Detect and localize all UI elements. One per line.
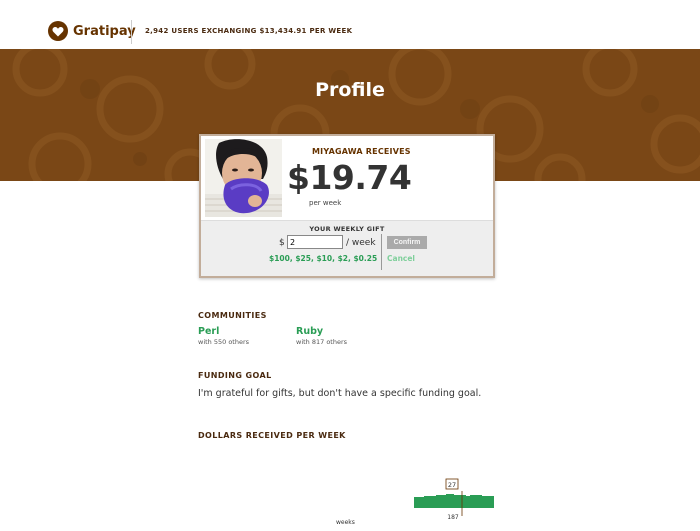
chart-bar[interactable] bbox=[480, 495, 482, 508]
chart-bar[interactable] bbox=[440, 495, 442, 508]
gift-amount-input[interactable] bbox=[287, 235, 343, 249]
header-divider bbox=[131, 20, 132, 44]
chart-bar[interactable] bbox=[458, 495, 460, 508]
chart-bar[interactable] bbox=[420, 497, 422, 508]
gift-title: YOUR WEEKLY GIFT bbox=[309, 225, 385, 233]
chart-bar[interactable] bbox=[436, 495, 438, 508]
chart-week-label: 187 bbox=[447, 514, 459, 521]
community-member-count: with 817 others bbox=[296, 338, 348, 346]
chart-bar[interactable] bbox=[466, 496, 468, 508]
chart-bar[interactable] bbox=[454, 495, 456, 508]
brand-name: Gratipay bbox=[73, 23, 136, 39]
chart-bar[interactable] bbox=[468, 496, 470, 508]
chart-bar[interactable] bbox=[456, 495, 458, 508]
page-title: Profile bbox=[315, 79, 385, 101]
chart-value-label: 27 bbox=[448, 481, 456, 489]
chart-bar[interactable] bbox=[492, 496, 494, 508]
funding-goal-heading: FUNDING GOAL bbox=[198, 371, 272, 380]
chart-bar[interactable] bbox=[478, 495, 480, 508]
community-item-ruby[interactable]: Ruby with 817 others bbox=[296, 326, 347, 346]
chart-bar[interactable] bbox=[446, 494, 448, 508]
gift-unit-label: / week bbox=[346, 238, 376, 248]
chart-bar[interactable] bbox=[426, 496, 428, 508]
chart-bar[interactable] bbox=[490, 496, 492, 508]
chart-bar[interactable] bbox=[482, 496, 484, 508]
chart-x-axis-label: weeks bbox=[336, 519, 355, 526]
heart-icon bbox=[48, 21, 68, 41]
receives-label: MIYAGAWA RECEIVES bbox=[312, 147, 411, 156]
chart-bar[interactable] bbox=[418, 497, 420, 508]
community-member-count: with 550 others bbox=[198, 338, 250, 346]
chart-bar[interactable] bbox=[450, 494, 452, 508]
receipts-chart: 27 187 bbox=[414, 478, 494, 521]
chart-bar[interactable] bbox=[484, 496, 486, 508]
chart-bar[interactable] bbox=[448, 494, 450, 508]
chart-bar[interactable] bbox=[438, 495, 440, 508]
chart-bar[interactable] bbox=[442, 495, 444, 508]
confirm-button[interactable]: Confirm bbox=[387, 236, 427, 249]
chart-bar[interactable] bbox=[414, 497, 416, 508]
per-week-label: per week bbox=[309, 199, 342, 207]
weekly-receipts-amount: $19.74 bbox=[287, 158, 412, 197]
chart-bar[interactable] bbox=[432, 496, 434, 508]
chart-bar[interactable] bbox=[422, 497, 424, 508]
chart-bar[interactable] bbox=[434, 496, 436, 508]
top-bar: Gratipay 2,942 USERS EXCHANGING $13,434.… bbox=[0, 0, 700, 52]
community-name[interactable]: Perl bbox=[198, 326, 249, 337]
chart-bar[interactable] bbox=[464, 495, 466, 508]
chart-bar[interactable] bbox=[470, 495, 472, 508]
weekly-gift-panel: YOUR WEEKLY GIFT $ / week Confirm $100, … bbox=[201, 220, 493, 276]
gratipay-logo[interactable]: Gratipay bbox=[48, 21, 136, 41]
cancel-link[interactable]: Cancel bbox=[387, 254, 415, 263]
chart-bar[interactable] bbox=[424, 496, 426, 508]
chart-bar[interactable] bbox=[430, 496, 432, 508]
chart-bar[interactable] bbox=[452, 494, 454, 508]
profile-card: MIYAGAWA RECEIVES $19.74 per week YOUR W… bbox=[199, 134, 495, 278]
chart-bar[interactable] bbox=[476, 495, 478, 508]
chart-heading: DOLLARS RECEIVED PER WEEK bbox=[198, 431, 346, 440]
communities-heading: COMMUNITIES bbox=[198, 311, 267, 320]
gift-divider bbox=[381, 234, 382, 270]
chart-bar[interactable] bbox=[416, 497, 418, 508]
user-avatar bbox=[205, 139, 282, 217]
funding-goal-text: I'm grateful for gifts, but don't have a… bbox=[198, 388, 482, 399]
site-stats: 2,942 USERS EXCHANGING $13,434.91 PER WE… bbox=[145, 27, 353, 35]
chart-bar[interactable] bbox=[472, 495, 474, 508]
currency-symbol: $ bbox=[279, 238, 285, 248]
gift-suggestions[interactable]: $100, $25, $10, $2, $0.25 bbox=[269, 254, 377, 263]
community-name[interactable]: Ruby bbox=[296, 326, 347, 337]
chart-bar[interactable] bbox=[428, 496, 430, 508]
chart-bar[interactable] bbox=[488, 496, 490, 508]
chart-bar[interactable] bbox=[444, 495, 446, 508]
chart-bar[interactable] bbox=[474, 495, 476, 508]
community-item-perl[interactable]: Perl with 550 others bbox=[198, 326, 249, 346]
chart-bar[interactable] bbox=[486, 496, 488, 508]
